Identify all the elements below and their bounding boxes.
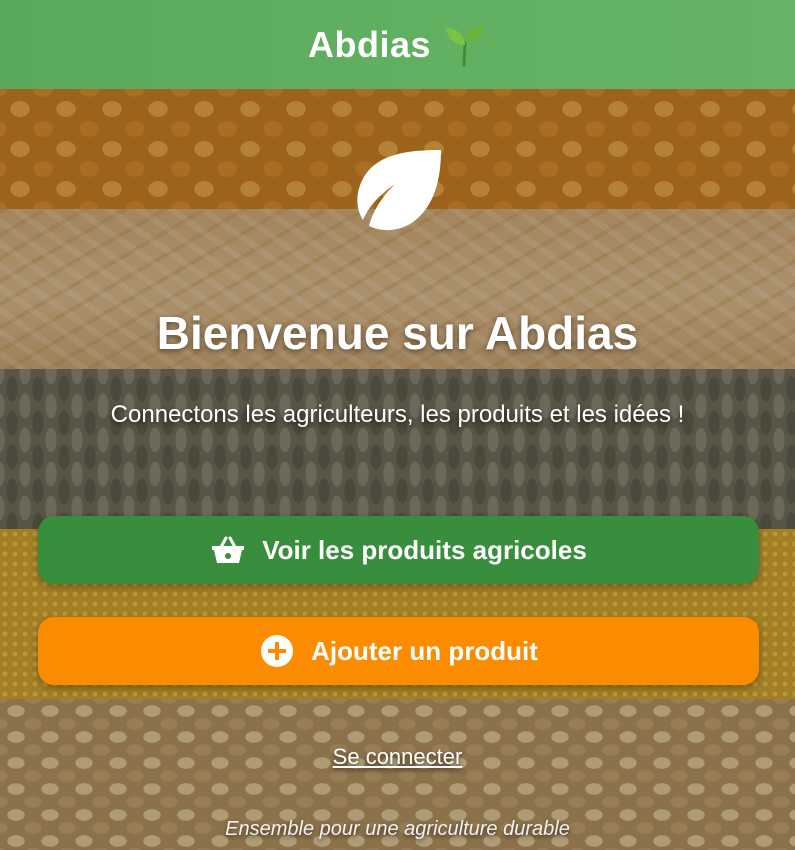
- app-page: Abdias Bienvenue sur Abdias Connectons l…: [0, 0, 795, 850]
- login-link[interactable]: Se connecter: [333, 744, 463, 769]
- welcome-title: Bienvenue sur Abdias: [156, 307, 639, 359]
- sprout-icon: [443, 23, 487, 67]
- view-products-label: Voir les produits agricoles: [262, 534, 587, 565]
- add-product-label: Ajouter un produit: [311, 635, 538, 666]
- add-product-button[interactable]: Ajouter un produit: [38, 617, 759, 685]
- app-title: Abdias: [307, 23, 432, 65]
- view-products-button[interactable]: Voir les produits agricoles: [38, 516, 759, 584]
- app-title-group: Abdias: [308, 23, 487, 67]
- leaf-icon: [355, 148, 443, 234]
- login-link-container: Se connecter: [0, 744, 795, 770]
- welcome-subtitle: Connectons les agriculteurs, les produit…: [110, 401, 685, 428]
- plus-circle-icon: [259, 633, 295, 669]
- app-header: Abdias: [0, 0, 795, 89]
- footer-tagline: Ensemble pour une agriculture durable: [225, 818, 570, 840]
- basket-icon: [210, 532, 246, 568]
